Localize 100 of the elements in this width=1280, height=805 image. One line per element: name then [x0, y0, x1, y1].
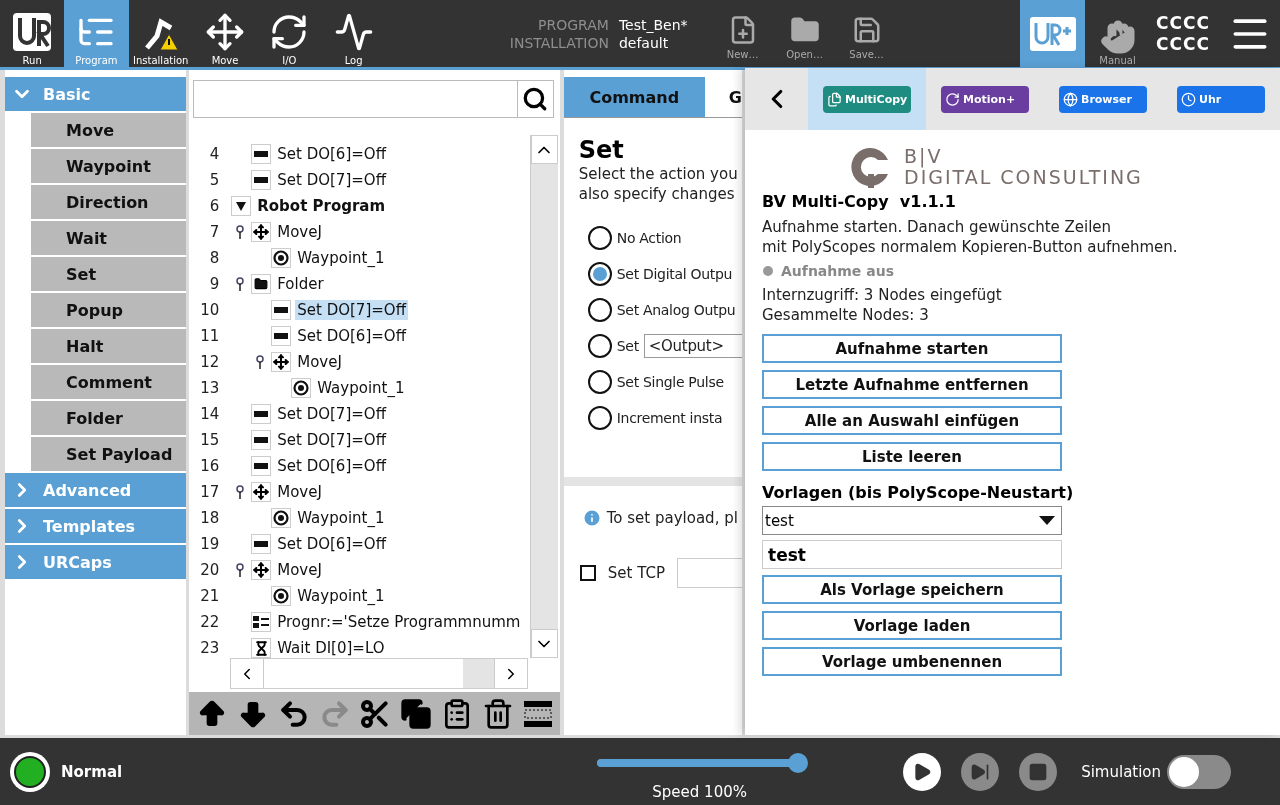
expand-knob-icon[interactable]: [236, 563, 245, 577]
program-node[interactable]: MoveJ: [275, 560, 324, 580]
nav-item[interactable]: Direction: [31, 185, 187, 219]
nav-item[interactable]: Move: [31, 113, 187, 147]
set-bar-icon: [254, 437, 269, 443]
program-node[interactable]: Prognr:='Setze Programmnumm: [275, 612, 523, 632]
stop-icon: [1028, 761, 1049, 782]
description-text: also specify changes: [578, 184, 736, 204]
line-number: 5: [208, 171, 220, 189]
checkbox[interactable]: [579, 565, 596, 581]
expand-knob-icon[interactable]: [236, 225, 245, 239]
clock-icon: [1181, 91, 1196, 107]
dropdown-arrow-icon: [1039, 516, 1055, 525]
program-label: PROGRAM: [537, 16, 609, 33]
option-label: No Action: [616, 230, 682, 246]
expand-knob-icon[interactable]: [236, 277, 245, 291]
nav-item[interactable]: Waypoint: [31, 149, 187, 183]
line-number: 11: [199, 327, 220, 345]
action-button[interactable]: Aufnahme starten: [762, 334, 1062, 363]
expand-knob-icon[interactable]: [256, 355, 265, 369]
app-button[interactable]: Uhr: [1177, 85, 1265, 113]
radio-button[interactable]: [587, 262, 612, 286]
program-node[interactable]: Set DO[7]=Off: [275, 430, 388, 450]
suppress-icon[interactable]: [523, 698, 554, 729]
program-node[interactable]: Waypoint_1: [295, 248, 387, 268]
app-tab[interactable]: Uhr: [1162, 68, 1280, 130]
copy-icon[interactable]: [400, 697, 433, 730]
program-node[interactable]: Set DO[6]=Off: [275, 144, 388, 164]
expand-knob-icon[interactable]: [236, 485, 245, 499]
nav-item[interactable]: Popup: [31, 293, 187, 327]
panel-tab[interactable]: Command: [563, 77, 705, 117]
search-field[interactable]: [193, 80, 554, 118]
status-code: CCCC: [1156, 12, 1211, 34]
nav-item[interactable]: Halt: [31, 329, 187, 363]
file-button[interactable]: New…: [711, 0, 774, 67]
search-icon[interactable]: [522, 86, 549, 112]
program-node[interactable]: Folder: [275, 274, 326, 294]
program-node[interactable]: Set DO[6]=Off: [295, 326, 408, 346]
urcaps-button[interactable]: [1020, 0, 1085, 67]
vertical-scrollbar[interactable]: [529, 135, 558, 658]
template-button[interactable]: Vorlage laden: [762, 611, 1062, 640]
line-number: 6: [208, 197, 220, 215]
top-tab[interactable]: I/O: [257, 0, 322, 67]
top-tab[interactable]: Move: [192, 0, 258, 67]
line-number: 8: [208, 249, 220, 267]
app-tab[interactable]: Motion+: [926, 68, 1044, 130]
program-node[interactable]: Set DO[7]=Off: [295, 300, 408, 320]
program-node[interactable]: Set DO[6]=Off: [275, 534, 388, 554]
template-button[interactable]: Als Vorlage speichern: [762, 575, 1062, 604]
template-button[interactable]: Vorlage umbenennen: [762, 647, 1062, 676]
program-node[interactable]: Robot Program: [255, 196, 388, 216]
playback-button[interactable]: [903, 752, 942, 791]
program-node[interactable]: MoveJ: [275, 482, 324, 502]
collapse-toggle[interactable]: [231, 196, 252, 216]
program-node[interactable]: Set DO[7]=Off: [275, 404, 388, 424]
program-node[interactable]: Waypoint_1: [315, 378, 407, 398]
template-dropdown[interactable]: test: [762, 506, 1062, 535]
radio-button[interactable]: [587, 370, 612, 394]
nav-item[interactable]: Set Payload: [31, 437, 187, 471]
radio-button[interactable]: [587, 334, 612, 358]
program-node[interactable]: MoveJ: [275, 222, 324, 242]
option-label: Increment insta: [616, 410, 723, 426]
info-icon: [581, 508, 602, 528]
copy-icon: [827, 91, 842, 107]
file-button[interactable]: Save…: [835, 0, 898, 67]
nav-item[interactable]: Comment: [31, 365, 187, 399]
action-button[interactable]: Letzte Aufnahme entfernen: [762, 370, 1062, 399]
program-node[interactable]: Set DO[6]=Off: [275, 456, 388, 476]
radio-button[interactable]: [587, 298, 612, 322]
template-name-field[interactable]: test: [762, 540, 1062, 569]
mode-button[interactable]: Manual: [1085, 0, 1150, 67]
program-node[interactable]: Wait DI[0]=LO: [275, 638, 387, 658]
app-tab[interactable]: MultiCopy: [808, 68, 926, 130]
scroll-thumb[interactable]: [462, 659, 494, 688]
nav-item[interactable]: Wait: [31, 221, 187, 255]
action-button[interactable]: Liste leeren: [762, 442, 1062, 471]
program-node[interactable]: MoveJ: [295, 352, 344, 372]
program-node[interactable]: Set DO[7]=Off: [275, 170, 388, 190]
program-node[interactable]: Waypoint_1: [295, 586, 387, 606]
nav-item[interactable]: Folder: [31, 401, 187, 435]
nav-item[interactable]: Set: [31, 257, 187, 291]
action-button[interactable]: Alle an Auswahl einfügen: [762, 406, 1062, 435]
file-button[interactable]: Open…: [773, 0, 836, 67]
radio-button[interactable]: [587, 406, 612, 430]
set-bar-icon: [254, 177, 269, 183]
top-tab[interactable]: Installation: [128, 0, 193, 67]
app-button[interactable]: Motion+: [941, 85, 1029, 113]
app-tab[interactable]: Browser: [1044, 68, 1162, 130]
rotate-icon: [945, 91, 960, 107]
app-button[interactable]: Browser: [1059, 85, 1147, 113]
scroll-thumb[interactable]: [530, 164, 558, 192]
horizontal-scrollbar[interactable]: [230, 658, 528, 689]
simulation-label: Simulation: [1081, 762, 1162, 781]
top-tab[interactable]: Log: [321, 0, 386, 67]
top-tab[interactable]: Run: [0, 0, 65, 67]
recording-status: Aufnahme aus: [781, 263, 894, 279]
simulation-switch[interactable]: [1167, 754, 1232, 789]
program-node[interactable]: Waypoint_1: [295, 508, 387, 528]
radio-button[interactable]: [587, 226, 612, 250]
app-button[interactable]: MultiCopy: [823, 85, 911, 113]
